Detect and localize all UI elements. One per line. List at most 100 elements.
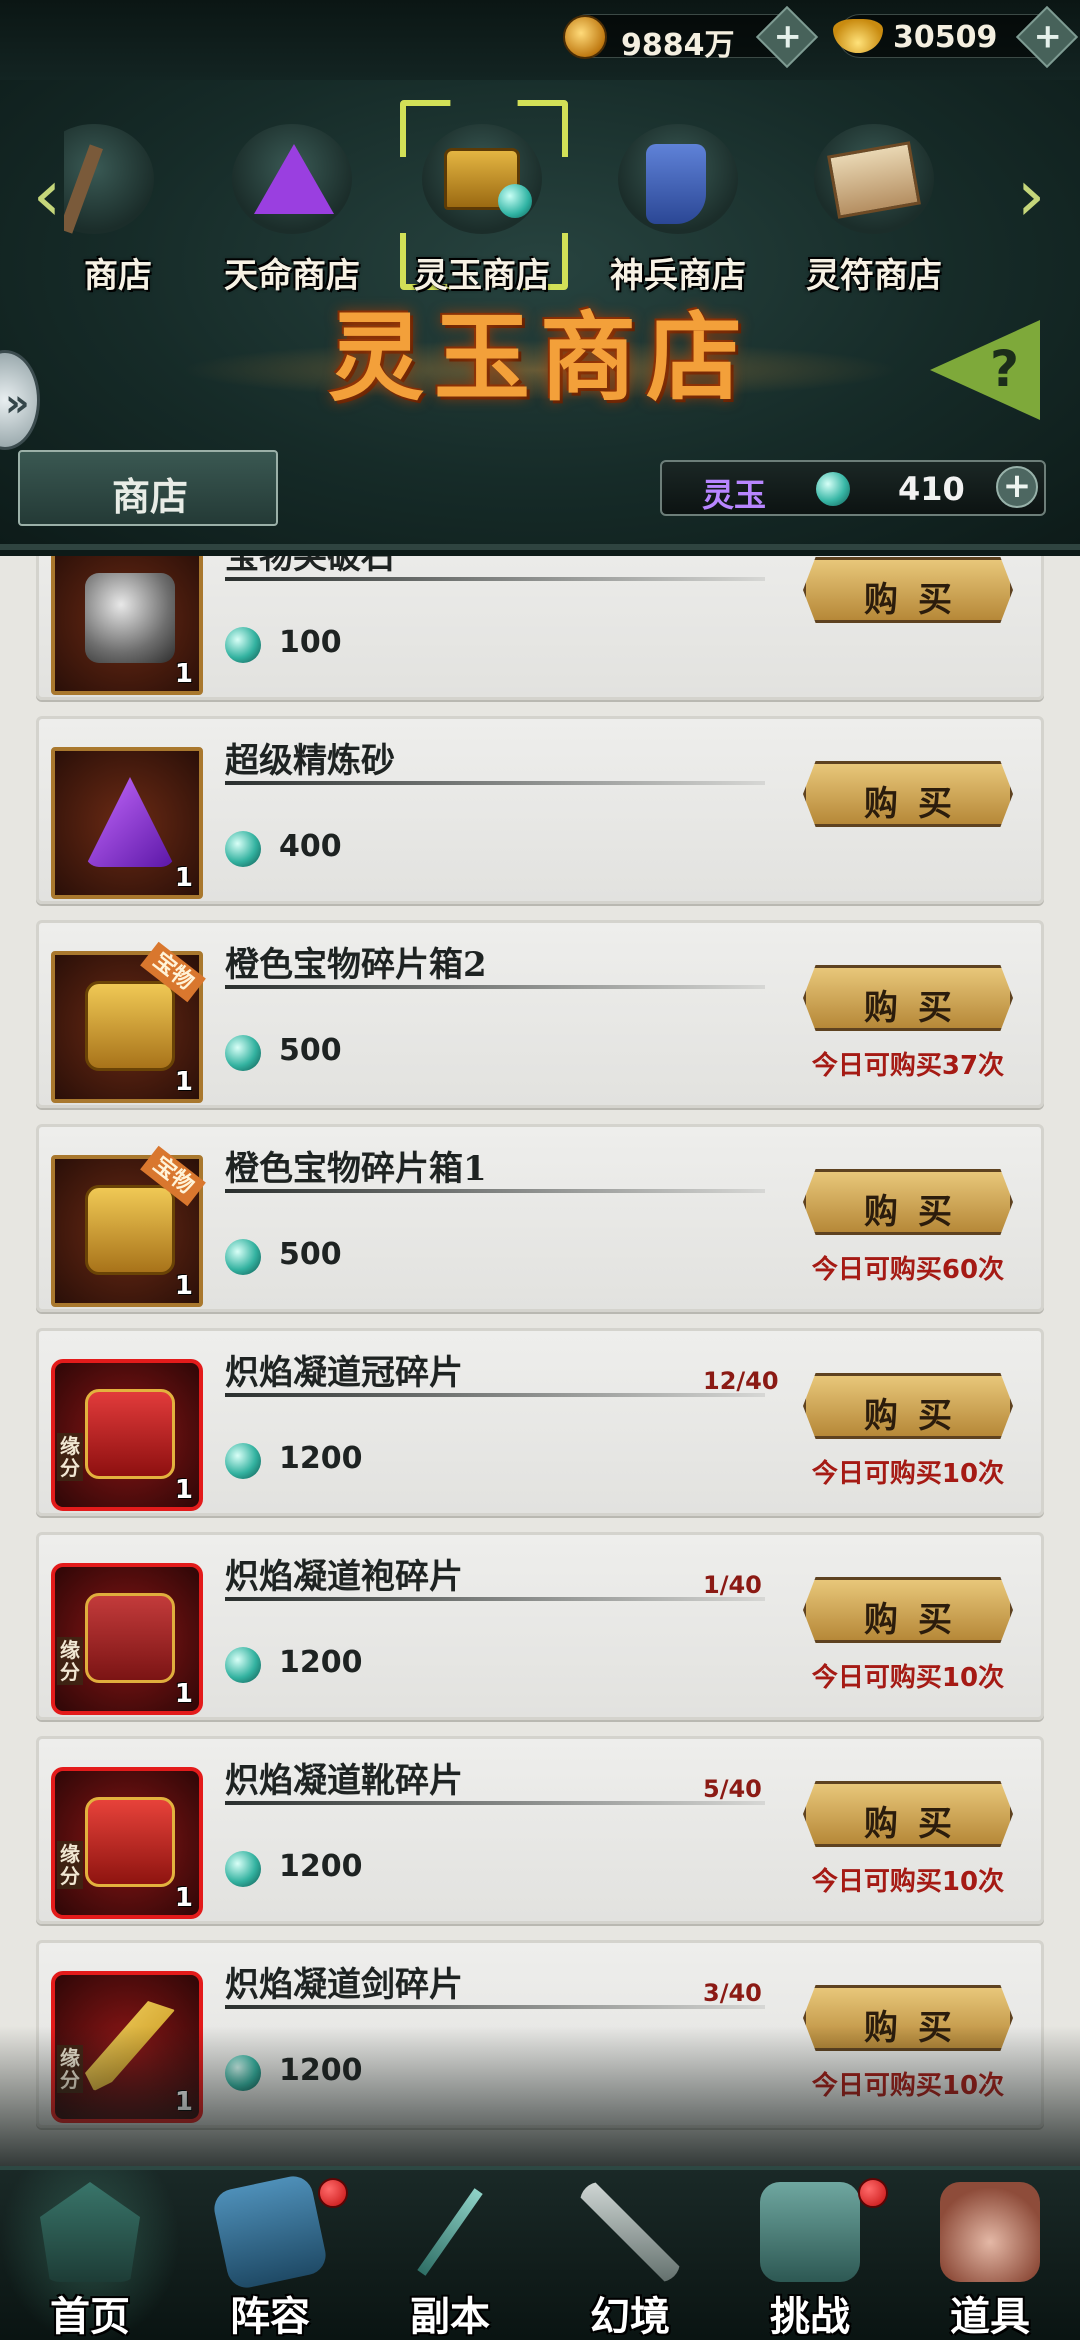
- buy-button[interactable]: 购买: [803, 965, 1013, 1031]
- item-quantity: 1: [174, 863, 193, 893]
- divider: [225, 1393, 765, 1397]
- shop-item: 宝物 1 橙色宝物碎片箱1 500 购买 今日可购买60次: [36, 1124, 1044, 1312]
- dungeon-icon: [380, 2162, 519, 2301]
- shop-item: 缘分 1 炽焰凝道冠碎片 12/40 1200 购买 今日可购买10次: [36, 1328, 1044, 1516]
- items-icon: [940, 2182, 1040, 2282]
- nav-dungeon[interactable]: 副本: [360, 2170, 540, 2340]
- nav-label: 首页: [50, 2294, 130, 2340]
- fragment-progress: 12/40: [703, 1367, 779, 1395]
- jade-gem-icon: [225, 1443, 261, 1479]
- coin-counter: 9884万 +: [563, 5, 819, 69]
- shop-item: 宝物 1 橙色宝物碎片箱2 500 购买 今日可购买37次: [36, 920, 1044, 1108]
- item-thumbnail[interactable]: 缘分 1: [51, 1359, 203, 1511]
- buy-label: 购买: [864, 1396, 972, 1436]
- item-thumbnail[interactable]: 宝物 1: [51, 941, 206, 1103]
- pyramid-icon: [232, 124, 352, 234]
- divider: [225, 1801, 765, 1805]
- refine-sand-icon: [85, 777, 175, 867]
- item-price: 1200: [279, 1645, 363, 1680]
- buy-label: 购买: [864, 1600, 972, 1640]
- stone-icon: [85, 573, 175, 663]
- item-quantity: 1: [174, 1067, 193, 1097]
- currency-bar: 9884万 + 30509 +: [0, 0, 1080, 80]
- jade-gem-icon: [225, 627, 261, 663]
- item-thumbnail[interactable]: 宝物 1: [51, 1145, 206, 1307]
- tab-shop[interactable]: 商店: [64, 110, 184, 300]
- nav-label: 副本: [410, 2294, 490, 2340]
- divider: [225, 1597, 765, 1601]
- item-thumbnail[interactable]: 缘分 1: [51, 1563, 203, 1715]
- daily-limit: 今日可购买10次: [811, 1867, 1005, 1897]
- shop-button[interactable]: 商店: [18, 450, 278, 526]
- nav-lineup[interactable]: 阵容: [180, 2170, 360, 2340]
- divider: [225, 985, 765, 989]
- tab-jade-shop[interactable]: 灵玉商店: [392, 110, 572, 300]
- page-title: 灵玉商店: [328, 301, 752, 414]
- chest-icon: [422, 124, 542, 234]
- coin-value: 9884万: [621, 28, 735, 63]
- shop-item: 1 宝物突破石 100 购买: [36, 556, 1044, 700]
- buy-label: 购买: [864, 1804, 972, 1844]
- item-name: 橙色宝物碎片箱1: [225, 1149, 487, 1189]
- challenge-icon: [760, 2182, 860, 2282]
- boots-icon: [85, 1797, 175, 1887]
- jade-gem-icon: [225, 1035, 261, 1071]
- item-thumbnail[interactable]: 1: [51, 556, 203, 695]
- fragment-progress: 5/40: [703, 1775, 762, 1803]
- axe-icon: [64, 124, 154, 234]
- item-quantity: 1: [174, 659, 193, 689]
- lineup-icon: [210, 2172, 330, 2292]
- jade-gem-icon: [225, 831, 261, 867]
- add-coins-button[interactable]: +: [755, 5, 819, 69]
- buy-button[interactable]: 购买: [803, 761, 1013, 827]
- item-list[interactable]: 1 宝物突破石 100 购买 1 超级精炼砂 400 购买 宝物 1 橙色宝物碎…: [0, 556, 1080, 2166]
- shop-item: 缘分 1 炽焰凝道靴碎片 5/40 1200 购买 今日可购买10次: [36, 1736, 1044, 1924]
- add-jade-button[interactable]: +: [996, 466, 1038, 508]
- item-name: 橙色宝物碎片箱2: [225, 945, 487, 985]
- robe-icon: [85, 1593, 175, 1683]
- tab-talisman-shop[interactable]: 灵符商店: [784, 110, 964, 300]
- item-name: 炽焰凝道冠碎片: [225, 1353, 463, 1393]
- jade-gem-icon: [816, 472, 850, 506]
- nav-illusion[interactable]: 幻境: [540, 2170, 720, 2340]
- tab-destiny-shop[interactable]: 天命商店: [202, 110, 382, 300]
- notification-dot: [318, 2178, 348, 2208]
- buy-button[interactable]: 购买: [803, 1373, 1013, 1439]
- add-gold-button[interactable]: +: [1015, 5, 1079, 69]
- shop-item: 1 超级精炼砂 400 购买: [36, 716, 1044, 904]
- buy-button[interactable]: 购买: [803, 1169, 1013, 1235]
- item-thumbnail[interactable]: 缘分 1: [51, 1767, 203, 1919]
- boots-icon: [618, 124, 738, 234]
- item-name: 超级精炼砂: [225, 741, 395, 781]
- tabs-next-arrow[interactable]: ›: [1006, 159, 1056, 231]
- divider: [225, 1189, 765, 1193]
- item-quantity: 1: [174, 1883, 193, 1913]
- buy-label: 购买: [864, 784, 972, 824]
- illusion-icon: [580, 2182, 680, 2282]
- item-name: 宝物突破石: [225, 556, 395, 577]
- treasure-chest-icon: [85, 981, 175, 1071]
- bond-badge: 缘分: [57, 1433, 83, 1481]
- gold-value: 30509: [893, 20, 998, 55]
- nav-items[interactable]: 道具: [900, 2170, 1080, 2340]
- item-thumbnail[interactable]: 1: [51, 747, 203, 899]
- help-button[interactable]: ?: [930, 320, 1040, 430]
- tab-weapon-shop[interactable]: 神兵商店: [588, 110, 768, 300]
- nav-challenge[interactable]: 挑战: [720, 2170, 900, 2340]
- buy-button[interactable]: 购买: [803, 1577, 1013, 1643]
- buy-button[interactable]: 购买: [803, 1781, 1013, 1847]
- nav-label: 挑战: [770, 2294, 850, 2340]
- fragment-progress: 3/40: [703, 1979, 762, 2007]
- nav-home[interactable]: 首页: [0, 2170, 180, 2340]
- item-price: 1200: [279, 1849, 363, 1884]
- jade-label: 灵玉: [702, 476, 767, 514]
- buy-label: 购买: [864, 1192, 972, 1232]
- jade-gem-icon: [225, 1239, 261, 1275]
- item-price: 500: [279, 1033, 342, 1068]
- daily-limit: 今日可购买10次: [811, 1459, 1005, 1489]
- help-icon: [930, 320, 1040, 420]
- gold-counter: 30509 +: [833, 5, 1079, 69]
- buy-button[interactable]: 购买: [803, 557, 1013, 623]
- item-price: 400: [279, 829, 342, 864]
- item-name: 炽焰凝道靴碎片: [225, 1761, 463, 1801]
